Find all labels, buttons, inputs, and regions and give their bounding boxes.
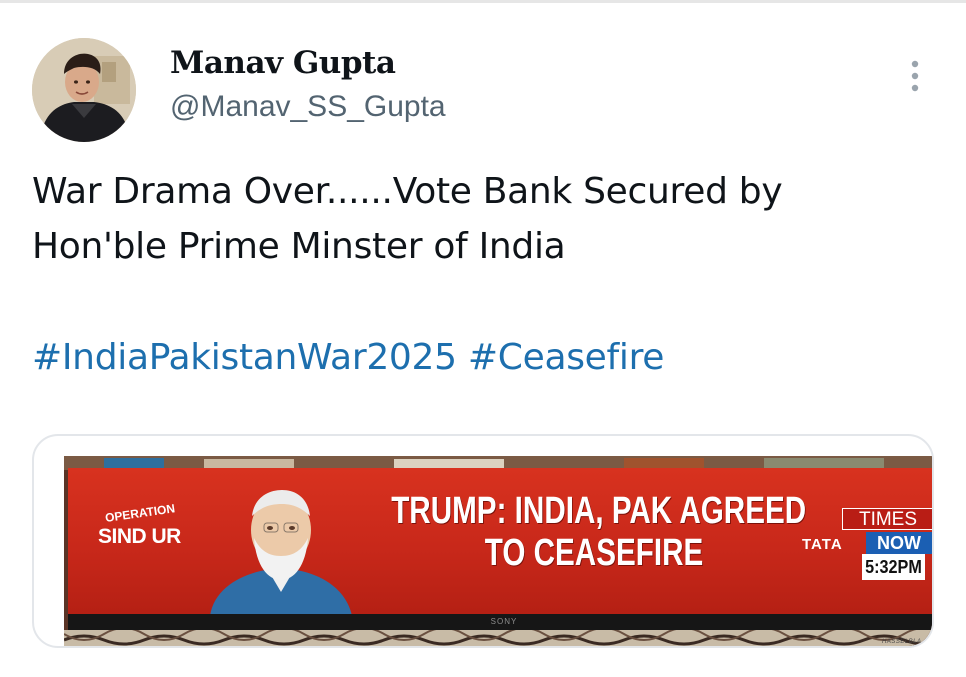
hashtag-link[interactable]: #Ceasefire [468,337,665,378]
sponsor-label: TATA [802,536,843,553]
author-handle[interactable]: @Manav_SS_Gupta [170,88,446,126]
speaker-portrait [196,476,366,616]
more-vertical-icon [911,60,919,92]
avatar-photo [32,38,136,142]
hashtag-list: #IndiaPakistanWar2025 #Ceasefire [32,330,664,385]
channel-logo-bottom: NOW [866,532,932,554]
program-logo: OPERATION SIND UR [98,501,198,548]
more-options-button[interactable] [900,56,930,98]
hashtag-link[interactable]: #IndiaPakistanWar2025 [32,337,457,378]
headline-line: TRUMP: INDIA, PAK AGREED [391,490,807,532]
tv-brand-label: SONY [490,617,518,626]
top-divider [0,0,966,3]
tweet-text-line: War Drama Over......Vote Bank Secured by [32,171,783,212]
media-card[interactable]: OPERATION SIND UR TRUMP: INDIA, PAK AGRE… [32,434,934,648]
news-headline: TRUMP: INDIA, PAK AGREED TO CEASEFIRE [391,490,807,574]
broadcast-time: 5:32PM [862,554,925,580]
camera-watermark: HASSELBLA [882,639,922,645]
tweet-text: War Drama Over......Vote Bank Secured by… [32,164,932,274]
channel-logo-top: TIMES [842,508,932,530]
tweet-text-line: Hon'ble Prime Minster of India [32,226,566,267]
program-logo-bottom: SIND UR [98,525,181,548]
media-image: OPERATION SIND UR TRUMP: INDIA, PAK AGRE… [64,456,932,646]
headline-line: TO CEASEFIRE [484,532,704,574]
avatar[interactable] [32,38,136,142]
author-display-name[interactable]: Manav Gupta [170,44,396,82]
